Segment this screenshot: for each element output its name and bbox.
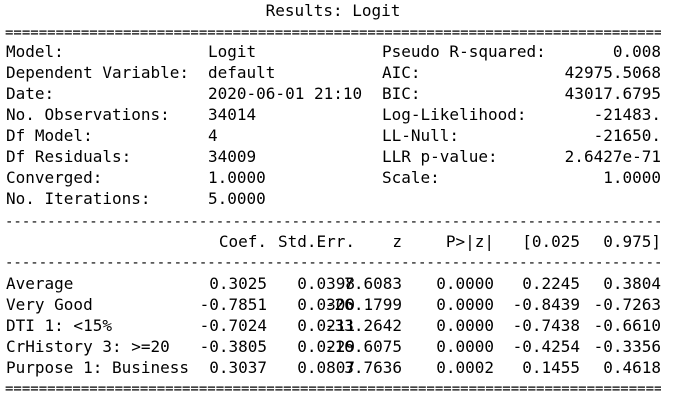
coef-cell: -0.3805 [199,337,267,356]
summary-value: 5.0000 [208,189,266,208]
summary-label-2: Log-Likelihood: [382,105,527,124]
coef-cell: -0.4254 [512,337,580,356]
coef-row-name: Purpose 1: Business [6,358,190,377]
summary-value: 2020-06-01 21:10 [208,84,363,103]
coef-column-header: P>|z| [445,232,494,251]
summary-label-2: LLR p-value: [382,147,498,166]
coef-cell: 0.0000 [436,295,494,314]
coef-cell: -0.6610 [593,316,661,335]
coef-cell: 7.6083 [344,274,402,293]
summary-value-2: 42975.5068 [564,63,661,82]
single-rule: ----------------------------------------… [5,256,661,270]
summary-label: Model: [6,42,64,61]
results-title: Results: Logit [265,1,401,20]
coef-cell: 0.0002 [436,358,494,377]
summary-label-2: Scale: [382,168,440,187]
coef-cell: 0.3037 [209,358,267,377]
coef-cell: -0.7851 [199,295,267,314]
summary-label: Df Model: [6,126,93,145]
coef-cell: 0.4618 [603,358,661,377]
summary-value-2: 2.6427e-71 [564,147,661,166]
summary-value: 4 [208,126,218,145]
double-rule-bottom: ========================================… [5,382,661,396]
coef-cell: -16.6075 [324,337,402,356]
coef-cell: -0.7438 [512,316,580,335]
summary-label-2: BIC: [382,84,421,103]
summary-value-2: -21483. [593,105,661,124]
coef-column-header: [0.025 [522,232,580,251]
summary-value-2: 1.0000 [603,168,661,187]
summary-value: 1.0000 [208,168,266,187]
summary-label: Dependent Variable: [6,63,190,82]
coef-cell: -0.8439 [512,295,580,314]
coef-cell: 0.0000 [436,274,494,293]
summary-value: 34009 [208,147,257,166]
coef-row-name: Average [6,274,74,293]
double-rule-top: ========================================… [5,26,661,40]
coef-column-header: Coef. [218,232,267,251]
summary-value: Logit [208,42,257,61]
summary-value: 34014 [208,105,257,124]
coef-cell: 0.3025 [209,274,267,293]
coef-cell: 0.0000 [436,337,494,356]
single-rule: ----------------------------------------… [5,215,661,229]
coef-row-name: Very Good [6,295,93,314]
summary-label-2: Pseudo R-squared: [382,42,546,61]
coef-cell: -26.1799 [324,295,402,314]
coef-cell: -0.7024 [199,316,267,335]
summary-label: Df Residuals: [6,147,132,166]
summary-value-2: 43017.6795 [564,84,661,103]
summary-value-2: 0.008 [612,42,661,61]
coef-row-name: DTI 1: <15% [6,316,112,335]
coef-cell: 0.0000 [436,316,494,335]
coef-column-header: 0.975] [603,232,661,251]
coef-cell: 3.7636 [344,358,402,377]
coef-cell: -33.2642 [324,316,402,335]
summary-label: Converged: [6,168,103,187]
summary-label: No. Observations: [6,105,170,124]
coef-cell: -0.3356 [593,337,661,356]
summary-value: default [208,63,276,82]
summary-value-2: -21650. [593,126,661,145]
summary-label-2: AIC: [382,63,421,82]
coef-cell: 0.3804 [603,274,661,293]
coef-cell: 0.2245 [522,274,580,293]
coef-cell: 0.1455 [522,358,580,377]
coef-row-name: CrHistory 3: >=20 [6,337,170,356]
summary-label-2: LL-Null: [382,126,460,145]
coef-cell: -0.7263 [593,295,661,314]
summary-label: Date: [6,84,55,103]
coef-column-header: z [392,232,402,251]
summary-label: No. Iterations: [6,189,151,208]
